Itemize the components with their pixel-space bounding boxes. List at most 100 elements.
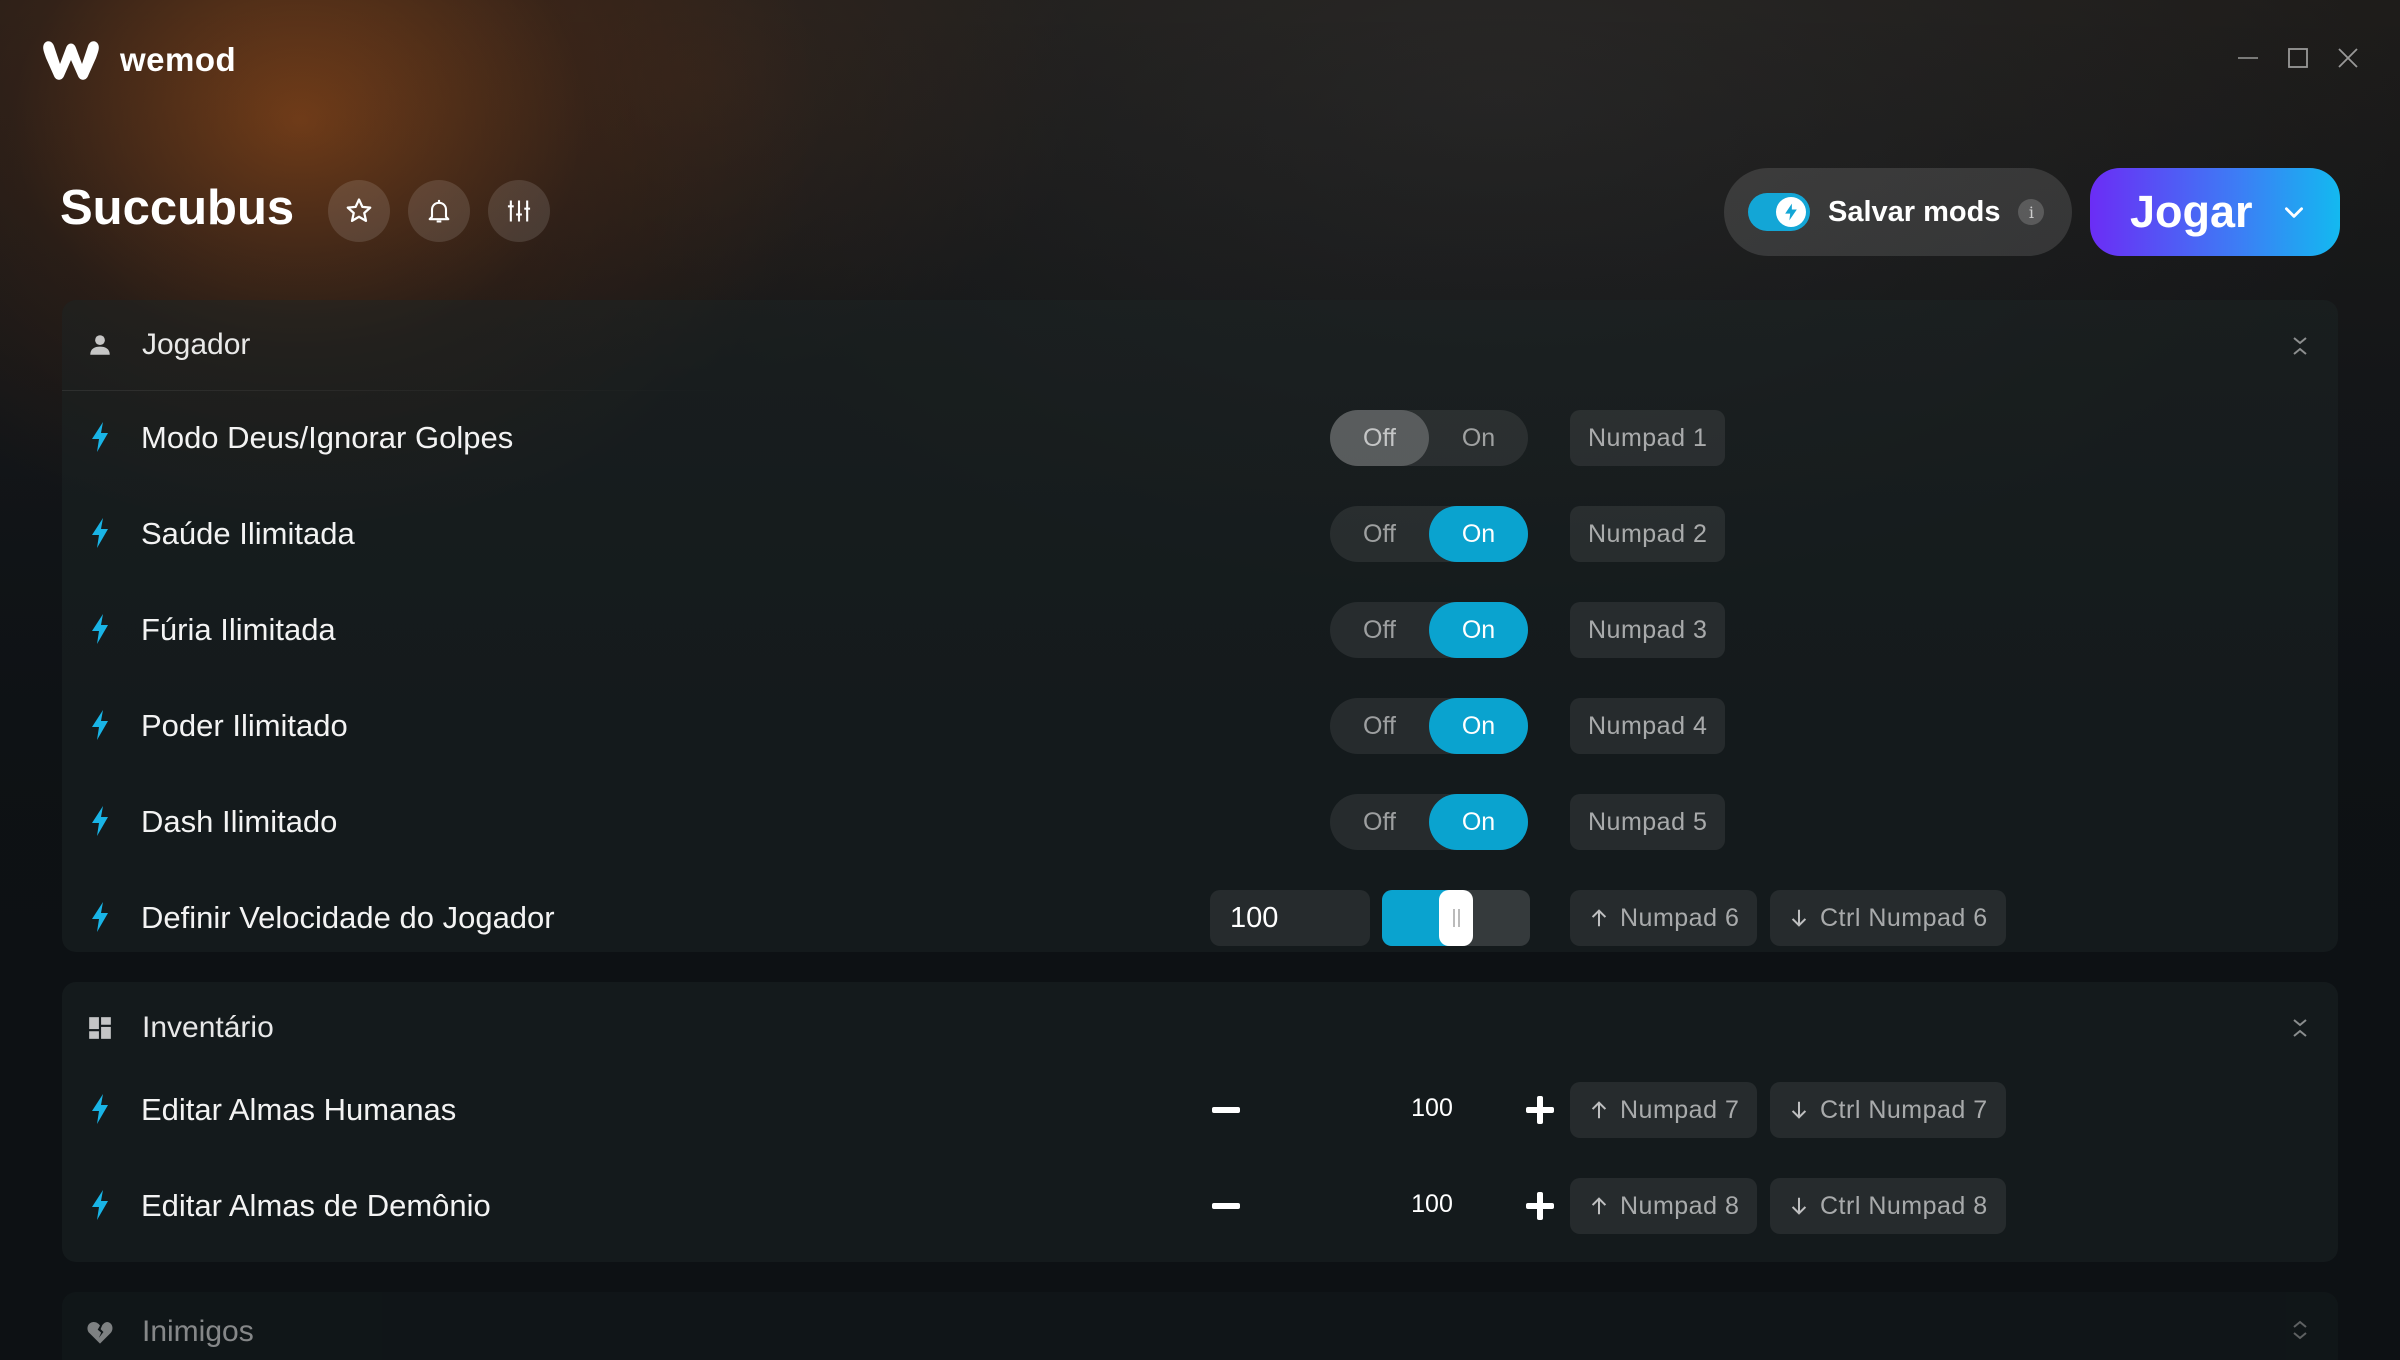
toggle-on-option[interactable]: On — [1429, 698, 1528, 754]
hotkey-decrease-badge[interactable]: Ctrl Numpad 6 — [1770, 890, 2006, 946]
save-mods-label: Salvar mods — [1828, 195, 2001, 228]
plus-icon — [1526, 1192, 1554, 1220]
info-icon[interactable]: i — [2018, 199, 2045, 225]
collapse-icon[interactable] — [2290, 332, 2310, 360]
bolt-icon — [92, 1094, 108, 1124]
person-icon — [86, 331, 114, 359]
toggle-off-option[interactable]: Off — [1330, 794, 1429, 850]
mod-label: Editar Almas Humanas — [141, 1092, 457, 1127]
increment-button[interactable] — [1520, 1090, 1560, 1130]
hotkey-label: Numpad 2 — [1588, 519, 1708, 548]
minus-icon — [1212, 1203, 1240, 1209]
game-title: Succubus — [60, 181, 295, 235]
arrow-up-icon — [1591, 1101, 1607, 1119]
section-title: Inimigos — [142, 1315, 254, 1348]
bolt-icon — [92, 710, 108, 740]
play-button[interactable]: Jogar — [2090, 168, 2340, 256]
favorite-button[interactable] — [328, 180, 390, 242]
arrow-down-icon — [1791, 1197, 1807, 1215]
decrement-button[interactable] — [1206, 1090, 1246, 1130]
dashboard-icon — [86, 1014, 114, 1042]
mod-row: Modo Deus/Ignorar Golpes Off On Numpad 1 — [62, 390, 2338, 486]
bolt-icon — [92, 806, 108, 836]
bolt-icon — [92, 1190, 108, 1220]
expand-icon[interactable] — [2290, 1316, 2310, 1344]
section-title: Jogador — [142, 328, 251, 361]
notifications-button[interactable] — [408, 180, 470, 242]
hotkey-label: Numpad 5 — [1588, 807, 1708, 836]
hotkey-badge[interactable]: Numpad 4 — [1570, 698, 1726, 754]
hotkey-decrease-badge[interactable]: Ctrl Numpad 7 — [1770, 1082, 2006, 1138]
mod-label: Saúde Ilimitada — [141, 516, 355, 551]
decrement-button[interactable] — [1206, 1186, 1246, 1226]
toggle-on-option[interactable]: On — [1429, 602, 1528, 658]
mod-toggle[interactable]: Off On — [1330, 602, 1528, 658]
settings-button[interactable] — [488, 180, 550, 242]
maximize-icon[interactable] — [2286, 46, 2310, 70]
play-label: Jogar — [2130, 186, 2253, 237]
mod-label: Poder Ilimitado — [141, 708, 348, 743]
section-inimigos: Inimigos — [62, 1292, 2338, 1360]
hotkey-badge[interactable]: Numpad 5 — [1570, 794, 1726, 850]
hotkey-badge[interactable]: Numpad 2 — [1570, 506, 1726, 562]
bolt-icon — [1785, 203, 1797, 221]
mod-label: Fúria Ilimitada — [141, 612, 336, 647]
section-inventario: Inventário Editar Almas Humanas 100 Nump… — [62, 982, 2338, 1262]
mod-row: Saúde Ilimitada Off On Numpad 2 — [62, 486, 2338, 582]
app-name: wemod — [120, 41, 237, 78]
mod-toggle[interactable]: Off On — [1330, 410, 1528, 466]
section-jogador: Jogador Modo Deus/Ignorar Golpes Off On … — [62, 300, 2338, 952]
toggle-off-option[interactable]: Off — [1330, 698, 1429, 754]
toggle-on-option[interactable]: On — [1429, 410, 1528, 466]
bolt-icon — [92, 518, 108, 548]
stepper-value: 100 — [1411, 1190, 1453, 1218]
hotkey-label: Numpad 7 — [1620, 1095, 1740, 1124]
section-header[interactable]: Inimigos — [62, 1292, 2338, 1360]
toggle-off-option[interactable]: Off — [1330, 410, 1429, 466]
mod-toggle[interactable]: Off On — [1330, 506, 1528, 562]
mod-toggle[interactable]: Off On — [1330, 794, 1528, 850]
star-icon — [346, 198, 372, 222]
speed-value-input[interactable]: 100 — [1210, 890, 1370, 946]
mod-toggle[interactable]: Off On — [1330, 698, 1528, 754]
arrow-up-icon — [1591, 1197, 1607, 1215]
hotkey-decrease-badge[interactable]: Ctrl Numpad 8 — [1770, 1178, 2006, 1234]
hotkey-increase-badge[interactable]: Numpad 8 — [1570, 1178, 1758, 1234]
stepper-value: 100 — [1411, 1094, 1453, 1122]
section-header[interactable]: Jogador — [62, 300, 2338, 390]
mod-label: Definir Velocidade do Jogador — [141, 900, 555, 935]
collapse-icon[interactable] — [2290, 1014, 2310, 1042]
hotkey-increase-badge[interactable]: Numpad 7 — [1570, 1082, 1758, 1138]
save-mods-control[interactable]: Salvar mods i — [1724, 168, 2072, 256]
arrow-down-icon — [1791, 1101, 1807, 1119]
toggle-on-option[interactable]: On — [1429, 794, 1528, 850]
minus-icon — [1212, 1107, 1240, 1113]
bolt-icon — [92, 902, 108, 932]
hotkey-badge[interactable]: Numpad 1 — [1570, 410, 1726, 466]
bell-icon — [428, 199, 450, 223]
toggle-off-option[interactable]: Off — [1330, 506, 1429, 562]
save-mods-toggle[interactable] — [1748, 193, 1810, 231]
hotkey-label: Numpad 3 — [1588, 615, 1708, 644]
hotkey-badge[interactable]: Numpad 3 — [1570, 602, 1726, 658]
section-header[interactable]: Inventário — [62, 982, 2338, 1074]
chevron-down-icon[interactable] — [2281, 199, 2307, 225]
increment-button[interactable] — [1520, 1186, 1560, 1226]
close-icon[interactable] — [2336, 46, 2360, 70]
mod-row: Dash Ilimitado Off On Numpad 5 — [62, 774, 2338, 870]
toggle-on-option[interactable]: On — [1429, 506, 1528, 562]
bolt-icon — [92, 422, 108, 452]
speed-slider[interactable] — [1382, 890, 1530, 946]
hotkey-increase-badge[interactable]: Numpad 6 — [1570, 890, 1758, 946]
hotkey-label: Numpad 4 — [1588, 711, 1708, 740]
plus-icon — [1526, 1096, 1554, 1124]
mod-row: Editar Almas de Demônio 100 Numpad 8 Ctr… — [62, 1158, 2338, 1254]
mod-row: Editar Almas Humanas 100 Numpad 7 Ctrl N… — [62, 1062, 2338, 1158]
minimize-icon[interactable] — [2236, 46, 2260, 70]
mod-label: Dash Ilimitado — [141, 804, 338, 839]
toggle-off-option[interactable]: Off — [1330, 602, 1429, 658]
slider-thumb[interactable] — [1439, 890, 1473, 946]
hotkey-label: Ctrl Numpad 6 — [1820, 903, 1988, 932]
app-logo: wemod — [40, 38, 236, 82]
mod-row: Definir Velocidade do Jogador 100 Numpad… — [62, 870, 2338, 966]
